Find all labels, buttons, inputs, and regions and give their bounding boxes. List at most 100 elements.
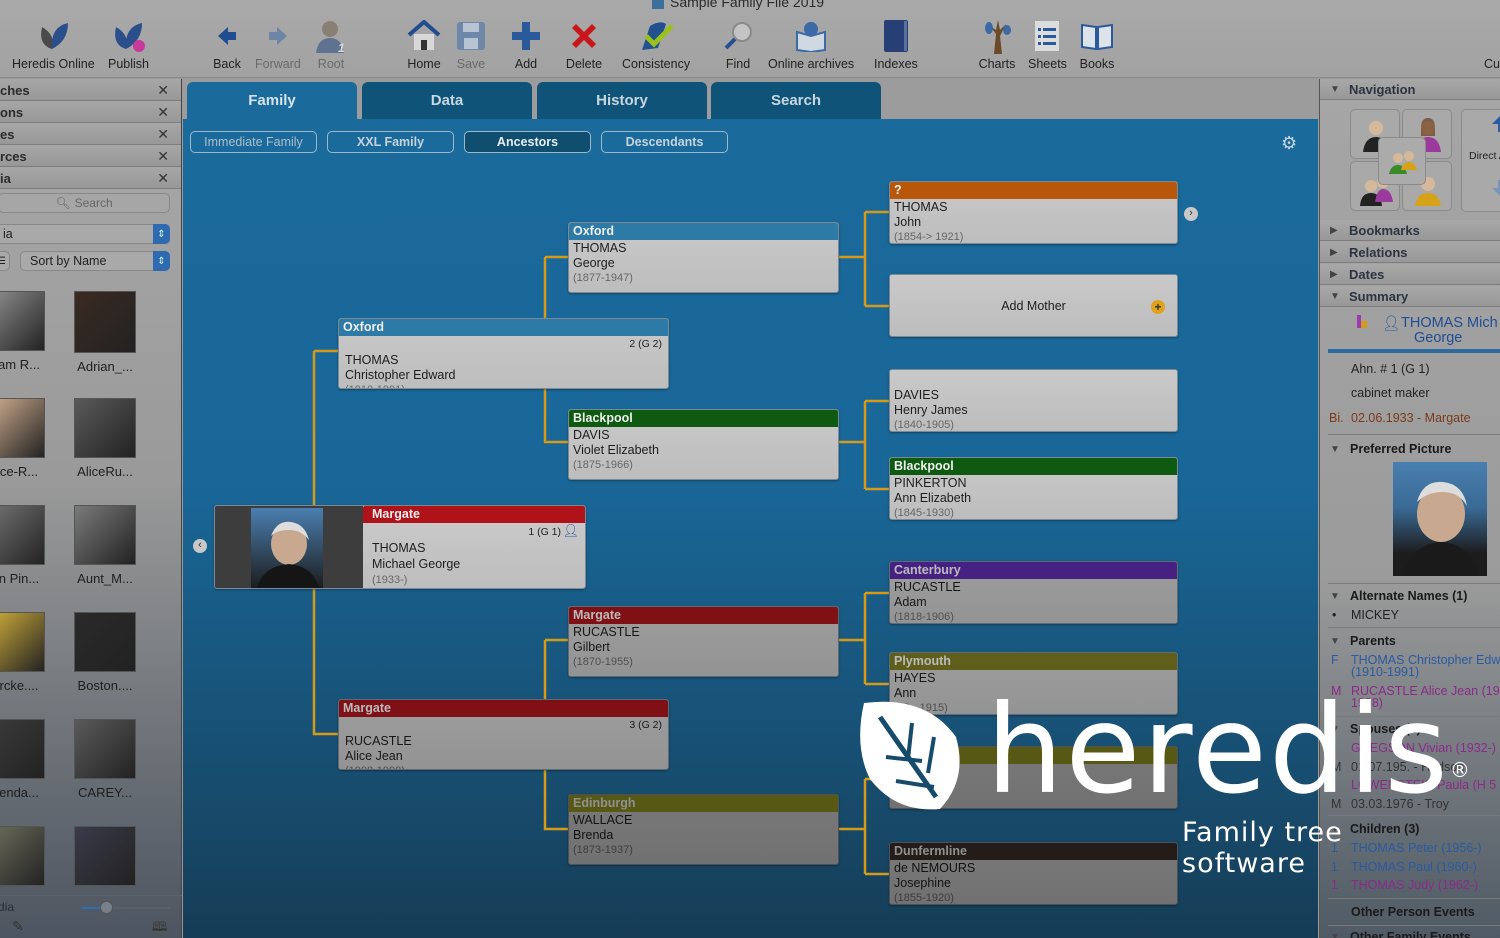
person-card[interactable]: Oxford2 (G 2)THOMASChristopher Edward(19… xyxy=(338,318,669,389)
preferred-picture-header[interactable]: ▼ Preferred Picture xyxy=(1330,442,1451,456)
other-family-events-header[interactable]: ▼ Other Family Events xyxy=(1330,930,1471,938)
home-button[interactable]: Home xyxy=(405,16,443,71)
add-plus-icon[interactable]: + xyxy=(1151,299,1165,314)
person-card[interactable]: (1850-...) xyxy=(889,746,1178,809)
charts-button[interactable]: Charts xyxy=(978,16,1016,71)
person-card[interactable]: Blackpool DAVIS Violet Elizabeth (1875-1966… xyxy=(568,409,839,480)
close-icon[interactable]: ✕ xyxy=(157,104,169,121)
section-dates[interactable]: ▶ Dates xyxy=(1320,264,1500,285)
select-stepper-icon: ⇕ xyxy=(153,251,170,271)
nav-siblings-button[interactable] xyxy=(1378,137,1426,185)
close-icon[interactable]: ✕ xyxy=(157,148,169,165)
person-card[interactable]: Dunfermline de NEMOURS Josephine (1855-1920… xyxy=(889,842,1178,905)
section-branches[interactable]: ches ✕ xyxy=(0,80,181,101)
birth-event[interactable]: 02.06.1933 - Margate xyxy=(1351,411,1471,425)
list-view-button[interactable]: ☰ xyxy=(0,251,10,271)
delete-button[interactable]: Delete xyxy=(565,16,603,71)
close-icon[interactable]: ✕ xyxy=(157,170,169,187)
section-persons[interactable]: ons ✕ xyxy=(0,102,181,123)
person-details: RUCASTLE Gilbert (1870-1955) xyxy=(569,624,838,671)
person-card[interactable]: Plymouth HAYES Ann (18..-1915) xyxy=(889,652,1178,715)
section-relations[interactable]: ▶ Relations xyxy=(1320,242,1500,263)
section-navigation[interactable]: ▼ Navigation xyxy=(1320,79,1500,100)
alternate-name: MICKEY xyxy=(1351,608,1399,622)
add-button[interactable]: Add xyxy=(507,16,545,71)
section-bookmarks[interactable]: ▶ Bookmarks xyxy=(1320,220,1500,241)
person-card[interactable]: Edinburgh WALLACE Brenda (1873-1937) xyxy=(568,794,839,865)
preferred-picture-image[interactable] xyxy=(1393,462,1487,576)
root-person-card[interactable]: Margate 1 (G 1) 👤︎ THOMAS Michael George (193… xyxy=(214,505,586,589)
media-thumbnail[interactable] xyxy=(74,826,136,892)
person-card[interactable]: Blackpool PINKERTON Ann Elizabeth (1845-193… xyxy=(889,457,1178,520)
expand-right-chevron-icon[interactable]: › xyxy=(1184,207,1198,221)
find-button[interactable]: Find xyxy=(719,16,757,71)
scroll-left-chevron-icon[interactable]: ‹ xyxy=(193,539,207,553)
alternate-names-header[interactable]: ▼ Alternate Names (1) xyxy=(1330,589,1467,603)
thumbnail-size-slider[interactable] xyxy=(82,901,170,914)
parents-header[interactable]: ▼ Parents xyxy=(1330,634,1396,648)
heredis-online-button[interactable]: Heredis Online xyxy=(12,16,95,71)
edit-pencil-icon[interactable]: ✎ xyxy=(12,918,24,935)
person-card[interactable]: DAVIES Henry James (1840-1905) xyxy=(889,369,1178,432)
section-places[interactable]: es ✕ xyxy=(0,124,181,145)
media-thumbnail[interactable]: am R... xyxy=(0,291,50,372)
root-button[interactable]: 1 Root xyxy=(312,16,350,71)
life-dates: (1855-1920) xyxy=(894,892,954,904)
media-thumbnail[interactable] xyxy=(0,826,50,892)
indexes-button[interactable]: Indexes xyxy=(874,16,918,71)
media-thumbnail[interactable]: enda... xyxy=(0,719,50,800)
media-search-input[interactable]: 🔍︎ Search xyxy=(0,193,170,213)
close-icon[interactable]: ✕ xyxy=(157,82,169,99)
person-card[interactable]: Add Mother + xyxy=(889,274,1178,337)
publish-button[interactable]: Publish xyxy=(108,16,149,71)
place-header: Margate xyxy=(363,506,585,523)
person-card[interactable]: Margate3 (G 2)RUCASTLEAlice Jean(1908-19… xyxy=(338,699,669,770)
surname: THOMAS xyxy=(372,541,426,555)
given-names: Ann Elizabeth xyxy=(894,491,972,505)
media-thumbnail[interactable]: n Pin... xyxy=(0,505,50,586)
life-dates: (1818-1906) xyxy=(894,611,954,623)
forward-button[interactable]: Forward xyxy=(255,16,301,71)
books-button[interactable]: Books xyxy=(1078,16,1116,71)
direct-ancestors-button[interactable]: Direct Ances xyxy=(1461,109,1500,212)
save-button[interactable]: Save xyxy=(452,16,490,71)
media-type-select[interactable]: ia ⇕ xyxy=(0,224,170,244)
sort-select[interactable]: Sort by Name ⇕ xyxy=(20,251,170,271)
book-view-icon[interactable]: 🕮︎ xyxy=(152,918,167,938)
other-person-events-header[interactable]: Other Person Events xyxy=(1351,905,1475,919)
place-header: Margate xyxy=(339,700,668,717)
relative-text: 01.07.195. - Hudson xyxy=(1351,759,1465,774)
consistency-button[interactable]: Consistency xyxy=(622,16,690,71)
customize-button[interactable]: Cu xyxy=(1484,56,1500,71)
media-thumbnail[interactable]: Boston.... xyxy=(74,612,136,693)
media-thumbnail[interactable]: AliceRu... xyxy=(74,398,136,479)
section-summary[interactable]: ▼ Summary xyxy=(1320,286,1500,307)
thumbnail-caption: AliceRu... xyxy=(77,464,133,479)
person-card[interactable]: Canterbury RUCASTLE Adam (1818-1906) xyxy=(889,561,1178,624)
heredis-app-window: Sample Family File 2019 Heredis Online P… xyxy=(0,0,1500,938)
thumbnail-caption: am R... xyxy=(0,357,40,372)
add-icon xyxy=(507,16,545,56)
section-media[interactable]: ia ✕ xyxy=(0,168,181,189)
person-card[interactable]: ? THOMAS John (1854-> 1921) xyxy=(889,181,1178,244)
person-card[interactable]: Margate RUCASTLE Gilbert (1870-1955) xyxy=(568,606,839,677)
person-card[interactable]: Oxford THOMAS George (1877-1947) xyxy=(568,222,839,293)
media-thumbnail[interactable]: Adrian_... xyxy=(74,291,136,374)
section-sources[interactable]: rces ✕ xyxy=(0,146,181,167)
children-header[interactable]: ▼ Children (3) xyxy=(1330,822,1419,836)
disclosure-down-icon: ▼ xyxy=(1330,590,1340,602)
relative-text: THOMAS Paul (1960-) xyxy=(1351,859,1477,874)
relative-text: THOMAS Judy (1962-) xyxy=(1351,878,1479,892)
media-thumbnail[interactable]: CAREY... xyxy=(74,719,136,800)
media-thumbnail[interactable]: ce-R... xyxy=(0,398,50,479)
thumbnail-image xyxy=(0,719,45,779)
media-thumbnail[interactable]: Aunt_M... xyxy=(74,505,136,586)
spouses-header[interactable]: ▼ Spouses (2) xyxy=(1330,722,1421,736)
online-archives-button[interactable]: Online archives xyxy=(768,16,854,71)
back-button[interactable]: Back xyxy=(208,16,246,71)
sheets-button[interactable]: Sheets xyxy=(1028,16,1067,71)
summary-person-name[interactable]: THOMAS Mich xyxy=(1401,315,1498,331)
close-icon[interactable]: ✕ xyxy=(157,126,169,143)
media-thumbnail[interactable]: rcke.... xyxy=(0,612,50,693)
slider-thumb[interactable] xyxy=(100,901,113,914)
